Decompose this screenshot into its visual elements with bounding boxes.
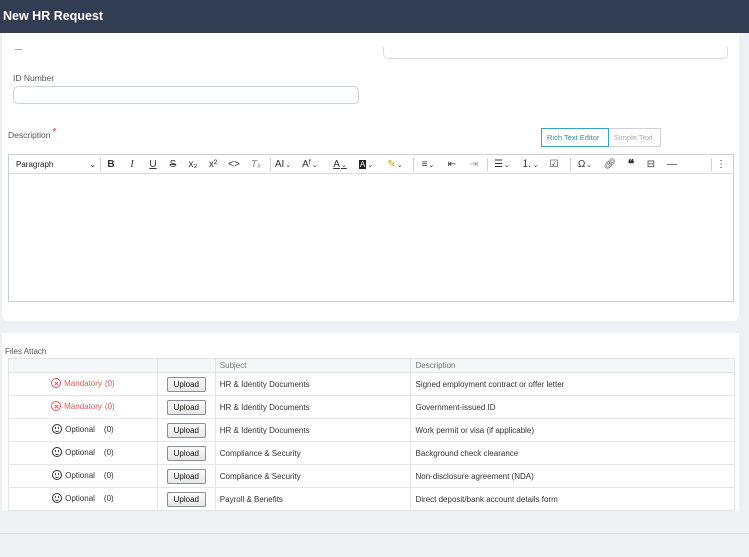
description-cell: Signed employment contract or offer lett… [410,372,735,396]
table-row: Optional (0) Upload HR & Identity Documen… [8,418,735,442]
toolbar-divider [413,158,414,171]
editor-toolbar: Paragraph ⌄ B I U S x₂ x² <> Tₓ AI⌄ Aᶠ⌄ A… [9,155,733,174]
font-color-icon[interactable]: A⌄ [329,155,351,174]
editor-mode-toggle: Rich Text Editor Simple Text [541,128,661,147]
required-asterisk: * [52,127,57,138]
subscript-icon[interactable]: x₂ [186,155,200,174]
bold-icon[interactable]: B [104,155,118,174]
more-icon[interactable]: ⋮ [714,155,728,174]
description-cell: Work permit or visa (if applicable) [410,418,735,442]
id-number-label: ID Number [13,73,55,83]
subject-cell: HR & Identity Documents [214,372,412,396]
subject-cell: Compliance & Security [214,441,412,465]
table-row: Optional (0) Upload Compliance & Security… [8,441,735,465]
numbered-list-icon[interactable]: ⒈⌄ [519,155,541,174]
toolbar-divider [570,158,571,171]
status-badge: Optional (0) [52,424,114,434]
page-divider [0,533,749,534]
status-badge: Optional (0) [52,447,114,457]
x-circle-icon [51,401,62,411]
toolbar-divider [270,158,271,171]
upload-button[interactable]: Upload [166,445,206,461]
indent-icon[interactable]: ⇥ [467,155,481,174]
description-cell: Government-issued ID [410,395,735,419]
align-icon[interactable]: ≡⌄ [417,155,439,174]
table-row: Mandatory (0) Upload HR & Identity Docume… [8,395,735,419]
column-header-status [8,358,158,373]
rich-text-editor-tab[interactable]: Rich Text Editor [541,128,609,147]
smiley-icon [52,470,63,480]
table-row: Optional (0) Upload Payroll & Benefits Di… [8,487,735,511]
smiley-icon [52,493,63,503]
subject-cell: Payroll & Benefits [214,487,412,511]
toolbar-divider [100,158,101,171]
description-editor-area[interactable] [9,174,733,301]
rich-text-editor: Paragraph ⌄ B I U S x₂ x² <> Tₓ AI⌄ Aᶠ⌄ A… [8,154,734,302]
table-row: Mandatory (0) Upload HR & Identity Docume… [8,372,735,396]
toolbar-divider [711,158,712,171]
paragraph-format-select[interactable]: Paragraph ⌄ [16,155,96,174]
marker-icon[interactable]: ✎⌄ [384,155,406,174]
column-header-subject: Subject [214,358,412,373]
bulleted-list-icon[interactable]: ☰⌄ [491,155,513,174]
files-table: Subject Description Mandatory (0) Upload … [8,358,735,511]
subject-cell: HR & Identity Documents [214,395,412,419]
clear-format-icon[interactable]: Tₓ [248,155,264,174]
smiley-icon [52,424,63,434]
upload-button[interactable]: Upload [166,491,206,507]
special-characters-icon[interactable]: Ω⌄ [574,155,596,174]
italic-icon[interactable]: I [125,155,139,174]
outdent-icon[interactable]: ⇤ [445,155,459,174]
status-badge: Optional (0) [52,493,114,503]
subject-cell: Compliance & Security [214,464,412,488]
description-cell: Direct deposit/bank account details form [410,487,735,511]
simple-text-tab[interactable]: Simple Text [609,128,661,147]
upload-button[interactable]: Upload [166,422,206,438]
app-header: New HR Request [0,0,749,33]
previous-input-field[interactable] [383,47,728,59]
upload-button[interactable]: Upload [166,399,206,415]
font-family-icon[interactable]: Aᶠ⌄ [299,155,321,174]
upload-button[interactable]: Upload [166,468,206,484]
horizontal-line-icon[interactable]: — [665,155,679,174]
highlight-icon[interactable]: A ⌄ [355,155,377,174]
todo-list-icon[interactable]: ☑ [547,155,561,174]
x-circle-icon [51,378,62,388]
link-icon[interactable]: 🔗︎ [603,155,617,174]
font-size-icon[interactable]: AI⌄ [272,155,294,174]
files-attach-label: Files Attach [5,347,47,356]
description-cell: Non-disclosure agreement (NDA) [410,464,735,488]
table-header-row: Subject Description [8,358,735,373]
column-header-description: Description [410,358,735,373]
description-label: Description * [8,127,57,140]
chevron-down-icon: ⌄ [89,160,96,169]
page-title: New HR Request [3,9,104,23]
smiley-icon [52,447,63,457]
previous-field-remnant [15,47,22,50]
superscript-icon[interactable]: x² [206,155,220,174]
table-row: Optional (0) Upload Compliance & Security… [8,464,735,488]
page-break-icon[interactable]: ⊟ [644,155,658,174]
subject-cell: HR & Identity Documents [214,418,412,442]
status-badge: Mandatory (0) [51,378,115,388]
code-icon[interactable]: <> [227,155,241,174]
status-badge: Mandatory (0) [51,401,115,411]
strikethrough-icon[interactable]: S [166,155,180,174]
description-cell: Background check clearance [410,441,735,465]
underline-icon[interactable]: U [146,155,160,174]
upload-button[interactable]: Upload [166,376,206,392]
column-header-upload [156,358,216,373]
id-number-input[interactable] [13,86,359,104]
blockquote-icon[interactable]: ❝ [624,155,638,174]
toolbar-divider [487,158,488,171]
status-badge: Optional (0) [52,470,114,480]
